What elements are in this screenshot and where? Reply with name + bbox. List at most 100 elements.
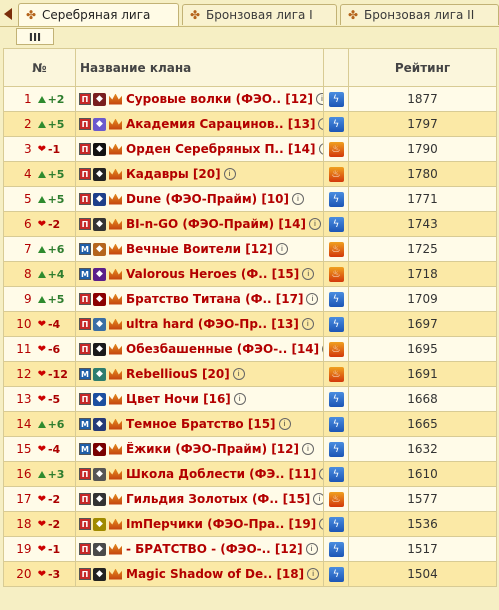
info-icon[interactable]: i: [292, 193, 305, 205]
info-icon[interactable]: i: [313, 493, 323, 505]
alignment-badge-icon[interactable]: М: [79, 443, 91, 455]
crown-icon: [109, 293, 122, 305]
clan-emblem-icon[interactable]: ◆: [93, 217, 106, 231]
clan-name-link[interactable]: Вечные Воители [12]: [126, 242, 273, 256]
clan-emblem-icon[interactable]: ◆: [93, 367, 106, 381]
clan-emblem-icon[interactable]: ◆: [93, 167, 106, 181]
rank-number: 12: [16, 367, 32, 381]
clan-name-link[interactable]: Гильдия Золотых (Ф.. [15]: [126, 492, 310, 506]
info-icon[interactable]: i: [275, 243, 288, 255]
alignment-badge-icon[interactable]: П: [79, 543, 91, 555]
alignment-badge-icon[interactable]: М: [79, 268, 91, 280]
clan-emblem-icon[interactable]: ◆: [93, 192, 106, 206]
clan-name-link[interactable]: Орден Серебряных П.. [14]: [126, 142, 316, 156]
fire-element-icon: ♨: [328, 141, 344, 157]
info-icon[interactable]: i: [302, 268, 315, 280]
info-icon[interactable]: i: [306, 293, 319, 305]
clan-emblem-icon[interactable]: ◆: [93, 142, 106, 156]
info-icon[interactable]: i: [305, 543, 318, 555]
clan-name-link[interactable]: Dune (ФЭО-Прайм) [10]: [126, 192, 289, 206]
clan-name-link[interactable]: Темное Братство [15]: [126, 417, 276, 431]
clan-name-link[interactable]: ultra hard (ФЭО-Пр.. [13]: [126, 317, 299, 331]
clan-emblem-icon[interactable]: ◆: [93, 392, 106, 406]
clan-name-link[interactable]: RebelliouS [20]: [126, 367, 230, 381]
crown-icon: [109, 168, 122, 180]
subtab-division[interactable]: III: [16, 28, 54, 45]
rank-change: ❤ -6: [38, 343, 75, 356]
element-cell: ϟ: [323, 461, 349, 487]
alignment-badge-icon[interactable]: М: [79, 368, 91, 380]
clan-emblem-icon[interactable]: ◆: [93, 92, 106, 106]
alignment-badge-icon[interactable]: П: [79, 193, 91, 205]
clan-name-link[interactable]: Обезбашенные (ФЭО-.. [14]: [126, 342, 319, 356]
info-icon[interactable]: i: [307, 568, 320, 580]
alignment-badge-icon[interactable]: П: [79, 93, 91, 105]
clan-emblem-icon[interactable]: ◆: [93, 342, 106, 356]
rank-change: +2: [37, 93, 75, 106]
info-icon[interactable]: i: [319, 518, 323, 530]
info-icon[interactable]: i: [318, 118, 323, 130]
alignment-badge-icon[interactable]: П: [79, 393, 91, 405]
rank-change: +6: [37, 243, 75, 256]
info-icon[interactable]: i: [318, 143, 323, 155]
clan-name-link[interactable]: Ёжики (ФЭО-Прайм) [12]: [126, 442, 299, 456]
rank-number: 16: [16, 467, 32, 481]
rank-number: 3: [23, 142, 32, 156]
info-icon[interactable]: i: [223, 168, 236, 180]
rank-wrap: 5 +5: [4, 192, 75, 206]
clan-emblem-icon[interactable]: ◆: [93, 242, 106, 256]
alignment-badge-icon[interactable]: П: [79, 318, 91, 330]
clan-emblem-icon[interactable]: ◆: [93, 317, 106, 331]
clan-name-link[interactable]: Цвет Ночи [16]: [126, 392, 231, 406]
alignment-badge-icon[interactable]: П: [79, 218, 91, 230]
clan-name-link[interactable]: Суровые волки (ФЭО.. [12]: [126, 92, 313, 106]
tab-bronze-league-2[interactable]: ✤ Бронзовая лига II: [340, 4, 499, 25]
clan-name-wrap: П ◆ Братство Титана (Ф.. [17] i: [76, 292, 323, 306]
back-arrow-icon[interactable]: [4, 8, 12, 20]
tab-bronze-league-1[interactable]: ✤ Бронзовая лига I: [182, 4, 337, 25]
clan-emblem-icon[interactable]: ◆: [93, 467, 106, 481]
info-icon[interactable]: i: [233, 393, 246, 405]
info-icon[interactable]: i: [309, 218, 321, 230]
alignment-badge-icon[interactable]: М: [79, 418, 91, 430]
clan-emblem-icon[interactable]: ◆: [93, 417, 106, 431]
clan-name-link[interactable]: - БРАТСТВО - (ФЭО-.. [12]: [126, 542, 303, 556]
rating-value: 1877: [348, 86, 497, 112]
clan-name-link[interactable]: Академия Сарацинов.. [13]: [126, 117, 315, 131]
info-icon[interactable]: i: [301, 443, 314, 455]
alignment-badge-icon[interactable]: П: [79, 468, 91, 480]
info-icon[interactable]: i: [278, 418, 291, 430]
clan-name-link[interactable]: Magic Shadow of De.. [18]: [126, 567, 304, 581]
clan-emblem-icon[interactable]: ◆: [93, 567, 106, 581]
clan-name-link[interactable]: Кадавры [20]: [126, 167, 221, 181]
alignment-badge-icon[interactable]: М: [79, 243, 91, 255]
clan-name-link[interactable]: Valorous Heroes (Ф.. [15]: [126, 267, 299, 281]
clan-name-link[interactable]: ImПерчики (ФЭО-Пра.. [19]: [126, 517, 316, 531]
info-icon[interactable]: i: [301, 318, 314, 330]
tab-silver-league[interactable]: ✤ Серебряная лига: [18, 3, 179, 26]
info-icon[interactable]: i: [315, 93, 323, 105]
rank-change-value: -6: [47, 342, 61, 356]
info-icon[interactable]: i: [232, 368, 245, 380]
clan-emblem-icon[interactable]: ◆: [93, 542, 106, 556]
alignment-badge-icon[interactable]: П: [79, 168, 91, 180]
arrow-up-icon: [37, 420, 46, 428]
clan-emblem-icon[interactable]: ◆: [93, 292, 106, 306]
clan-emblem-icon[interactable]: ◆: [93, 517, 106, 531]
alignment-badge-icon[interactable]: П: [79, 293, 91, 305]
clan-name-link[interactable]: Школа Доблести (ФЭ.. [11]: [126, 467, 316, 481]
info-icon[interactable]: i: [319, 468, 323, 480]
clan-name-link[interactable]: BI-n-GO (ФЭО-Прайм) [14]: [126, 217, 306, 231]
clan-emblem-icon[interactable]: ◆: [93, 492, 106, 506]
clan-name-link[interactable]: Братство Титана (Ф.. [17]: [126, 292, 303, 306]
alignment-badge-icon[interactable]: П: [79, 568, 91, 580]
alignment-badge-icon[interactable]: П: [79, 493, 91, 505]
alignment-badge-icon[interactable]: П: [79, 343, 91, 355]
rank-cell: 15 ❤ -4: [3, 436, 76, 462]
alignment-badge-icon[interactable]: П: [79, 518, 91, 530]
clan-emblem-icon[interactable]: ◆: [93, 442, 106, 456]
alignment-badge-icon[interactable]: П: [79, 143, 91, 155]
alignment-badge-icon[interactable]: П: [79, 118, 91, 130]
clan-emblem-icon[interactable]: ◆: [93, 117, 106, 131]
clan-emblem-icon[interactable]: ◆: [93, 267, 106, 281]
